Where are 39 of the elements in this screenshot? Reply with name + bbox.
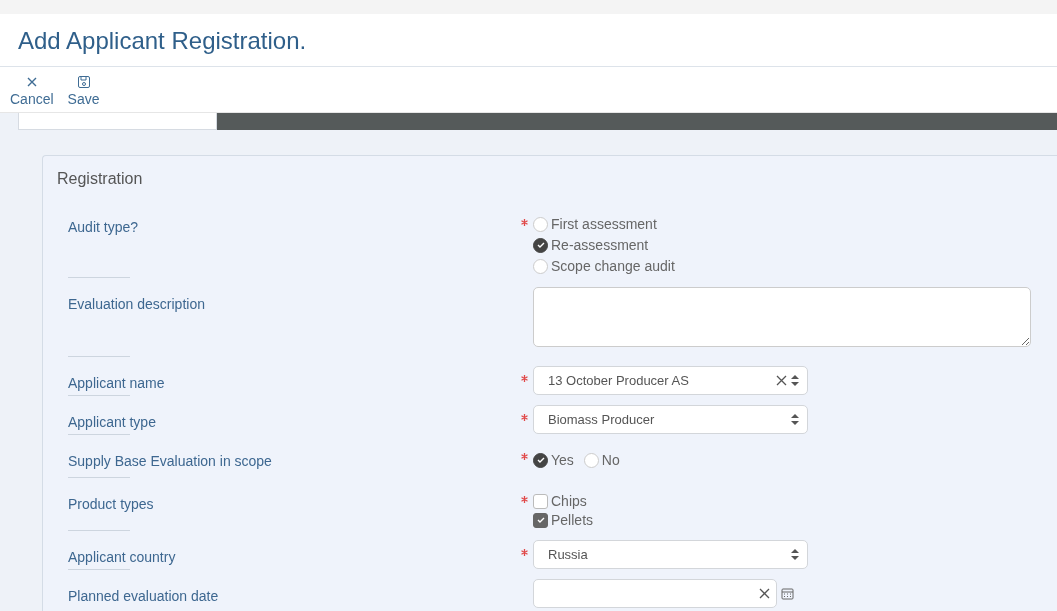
clear-icon[interactable] bbox=[759, 588, 770, 599]
radio-button[interactable] bbox=[533, 452, 548, 468]
field-label: Applicant type bbox=[68, 414, 156, 430]
check-icon bbox=[536, 241, 545, 249]
field-label: Planned evaluation date bbox=[68, 588, 219, 604]
field-label: Applicant country bbox=[68, 549, 176, 565]
calendar-icon[interactable] bbox=[781, 587, 794, 600]
save-icon bbox=[77, 76, 90, 88]
checkbox-option[interactable]: Pellets bbox=[533, 512, 1057, 528]
select-field[interactable]: Biomass Producer bbox=[533, 405, 808, 434]
sort-caret-icon[interactable] bbox=[791, 375, 799, 386]
date-field[interactable] bbox=[533, 579, 777, 608]
radio-option[interactable]: Re-assessment bbox=[533, 237, 1057, 253]
field-label: Audit type? bbox=[68, 219, 139, 235]
clear-icon[interactable] bbox=[776, 375, 787, 386]
radio-option[interactable]: First assessment bbox=[533, 216, 1057, 232]
sort-caret-icon[interactable] bbox=[791, 414, 799, 425]
description-field[interactable] bbox=[533, 287, 1031, 347]
checkbox-option[interactable]: Chips bbox=[533, 493, 1057, 509]
close-icon bbox=[25, 76, 38, 88]
cancel-button[interactable]: Cancel bbox=[6, 76, 58, 107]
check-icon bbox=[536, 456, 545, 464]
field-label: Evaluation description bbox=[68, 296, 205, 312]
checkbox[interactable] bbox=[533, 512, 548, 528]
check-icon bbox=[536, 516, 545, 524]
field-label: Product types bbox=[68, 496, 154, 512]
radio-option[interactable]: Yes bbox=[533, 452, 574, 468]
select-field[interactable]: Russia bbox=[533, 540, 808, 569]
sort-caret-icon[interactable] bbox=[791, 549, 799, 560]
radio-option[interactable]: No bbox=[583, 452, 620, 468]
field-label: Applicant name bbox=[68, 375, 165, 391]
section-title: Registration bbox=[57, 170, 144, 188]
radio-button[interactable] bbox=[533, 237, 548, 253]
page-title: Add Applicant Registration. bbox=[18, 27, 308, 55]
save-button[interactable]: Save bbox=[63, 76, 104, 107]
radio-option[interactable]: Scope change audit bbox=[533, 258, 1057, 274]
field-label: Supply Base Evaluation in scope bbox=[68, 453, 272, 469]
select-field[interactable]: 13 October Producer AS bbox=[533, 366, 808, 395]
checkbox[interactable] bbox=[533, 493, 548, 509]
